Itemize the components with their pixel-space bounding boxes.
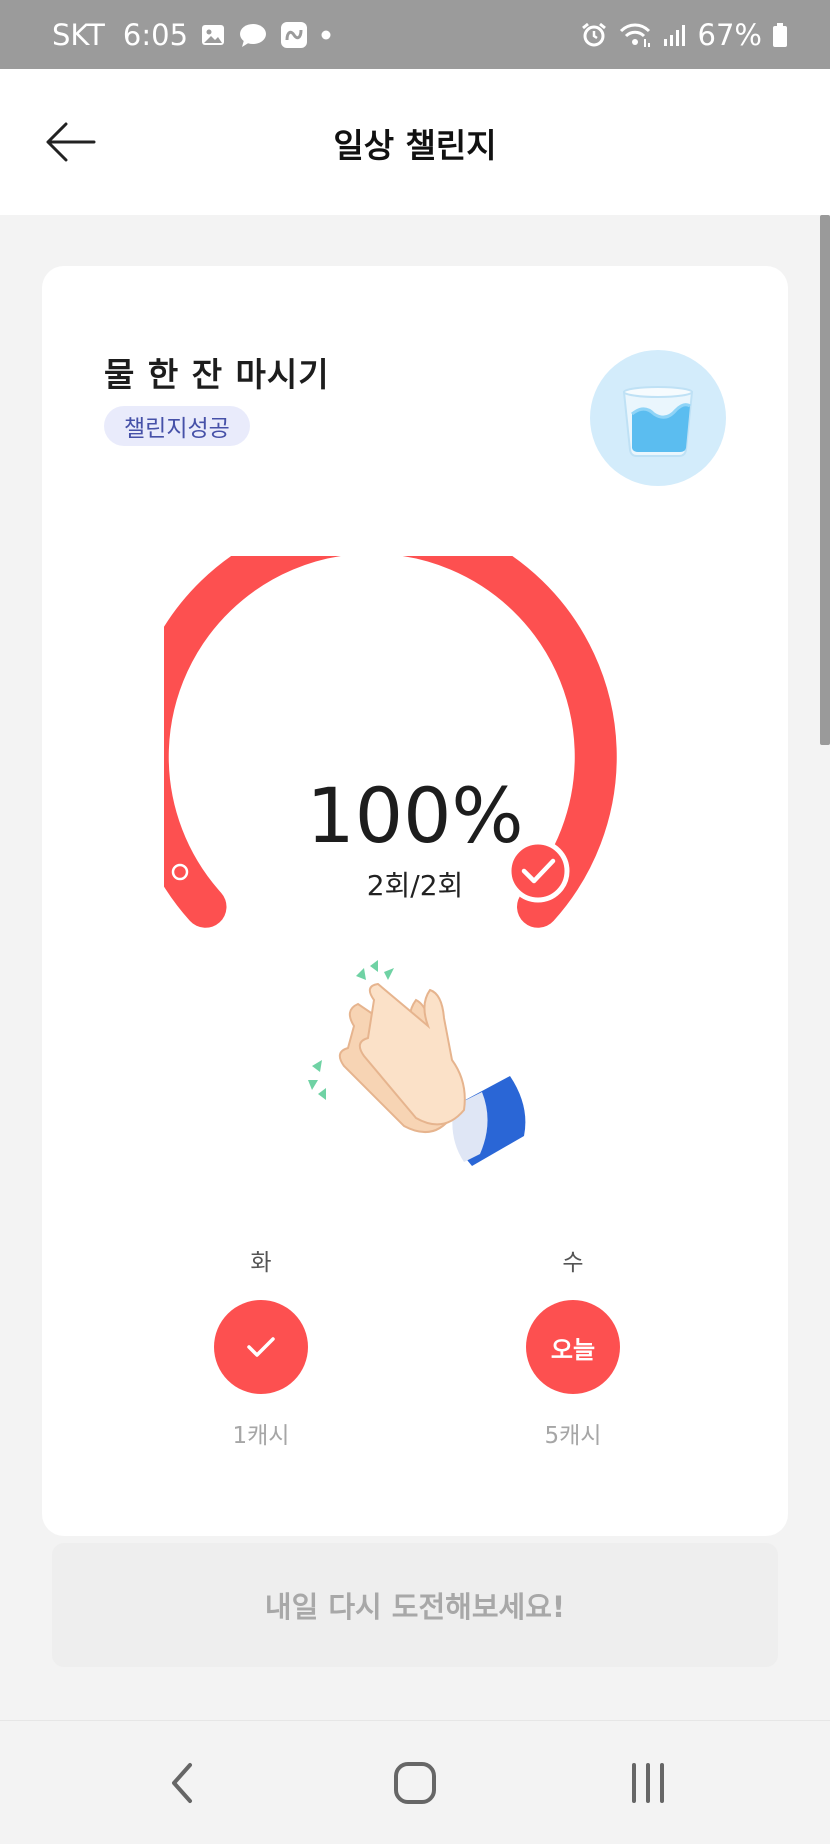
- status-bar: SKT 6:05 67%: [0, 0, 830, 69]
- challenge-name: 물 한 잔 마시기: [104, 355, 330, 394]
- day-status-today[interactable]: 오늘: [526, 1300, 620, 1394]
- image-icon: [200, 22, 226, 48]
- progress-count: 2회/2회: [366, 869, 464, 902]
- challenge-card: 물 한 잔 마시기 챌린지성공 100% 2회/2회 화 1캐시 수 오늘 5캐…: [42, 266, 788, 1536]
- gauge-marker-mid: [385, 659, 403, 677]
- app-header: 일상 챌린지: [0, 69, 830, 215]
- status-badge: 챌린지성공: [104, 406, 250, 446]
- scrollbar[interactable]: [820, 215, 830, 745]
- battery-percent: 67%: [697, 17, 762, 52]
- day-label: 화: [250, 1250, 272, 1276]
- nav-recents-icon: [632, 1763, 664, 1803]
- nav-home-icon: [394, 1762, 436, 1804]
- nav-home-button[interactable]: [375, 1751, 455, 1815]
- system-nav-bar: [0, 1720, 830, 1844]
- day-reward: 1캐시: [232, 1423, 290, 1449]
- clapping-hands-icon: [308, 960, 526, 1166]
- nav-back-icon: [172, 1763, 192, 1803]
- progress-gauge: [164, 556, 617, 928]
- alarm-icon: [580, 21, 608, 49]
- progress-percent: 100%: [306, 771, 524, 860]
- day-tuesday: 화 1캐시: [201, 1246, 321, 1450]
- day-status-done[interactable]: [214, 1300, 308, 1394]
- dot-icon: [320, 29, 332, 41]
- chat-bubble-icon: [238, 22, 268, 48]
- naver-icon: [280, 21, 308, 49]
- water-cup-icon: [590, 350, 726, 486]
- battery-icon: [772, 22, 788, 48]
- day-wednesday: 수 오늘 5캐시: [513, 1246, 633, 1450]
- check-icon: [247, 1337, 275, 1357]
- nav-back-button[interactable]: [142, 1751, 222, 1815]
- clock: 6:05: [122, 17, 189, 52]
- signal-icon: [662, 22, 688, 48]
- wifi-icon: [618, 21, 652, 49]
- page-title: 일상 챌린지: [333, 126, 497, 165]
- carrier-label: SKT: [52, 17, 105, 52]
- day-reward: 5캐시: [544, 1423, 602, 1449]
- day-label: 수: [562, 1250, 584, 1276]
- nav-recents-button[interactable]: [608, 1751, 688, 1815]
- retry-tomorrow-button[interactable]: 내일 다시 도전해보세요!: [52, 1543, 778, 1667]
